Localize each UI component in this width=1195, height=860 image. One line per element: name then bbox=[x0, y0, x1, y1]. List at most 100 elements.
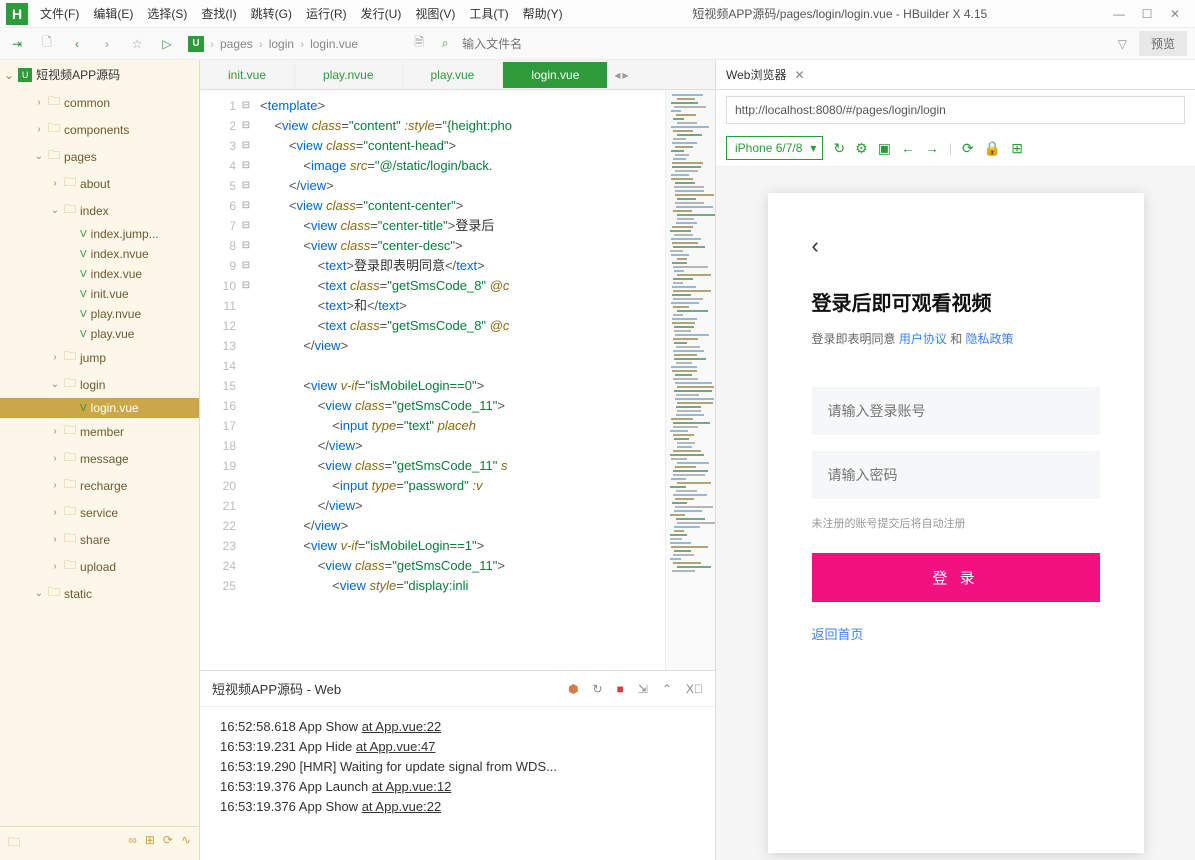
console-link[interactable]: at App.vue:47 bbox=[356, 739, 436, 754]
folder-icon: 🗀 bbox=[64, 502, 76, 523]
device-selector[interactable]: iPhone 6/7/8 bbox=[726, 136, 823, 160]
console-link[interactable]: at App.vue:22 bbox=[362, 719, 442, 734]
tree-folder[interactable]: ›🗀 share bbox=[0, 526, 199, 553]
back-icon[interactable]: ‹ bbox=[68, 35, 86, 53]
tree-folder[interactable]: ›🗀 upload bbox=[0, 553, 199, 580]
tree-file[interactable]: V login.vue bbox=[0, 398, 199, 418]
minimize-button[interactable]: — bbox=[1111, 6, 1127, 22]
footer-icon[interactable]: ⊞ bbox=[145, 833, 155, 854]
editor-tabs: init.vueplay.nvueplay.vuelogin.vue ◂▸ bbox=[200, 60, 715, 90]
breadcrumb-item[interactable]: login bbox=[269, 37, 294, 51]
folder-icon: 🗀 bbox=[64, 347, 76, 368]
file-search-input[interactable] bbox=[462, 37, 662, 51]
tree-file[interactable]: V index.nvue bbox=[0, 244, 199, 264]
breadcrumb-item[interactable]: login.vue bbox=[310, 37, 358, 51]
editor-tab[interactable]: play.nvue bbox=[295, 62, 402, 88]
export-icon[interactable]: ⇲ bbox=[638, 682, 648, 696]
close-button[interactable]: ✕ bbox=[1167, 6, 1183, 22]
explorer-icon[interactable]: 🗀 bbox=[8, 833, 20, 854]
editor-tab[interactable]: init.vue bbox=[200, 62, 295, 88]
filter-icon[interactable]: ▽ bbox=[1118, 37, 1127, 51]
reload-icon[interactable]: ⟳ bbox=[962, 140, 974, 157]
forward-icon[interactable]: › bbox=[98, 35, 116, 53]
tree-folder[interactable]: ›🗀 common bbox=[0, 89, 199, 116]
folder-icon: 🗀 bbox=[64, 200, 76, 221]
window-title: 短视频APP源码/pages/login/login.vue - HBuilde… bbox=[569, 5, 1111, 22]
footer-icon[interactable]: ∿ bbox=[181, 833, 191, 854]
search-icon[interactable]: ⌕ bbox=[436, 35, 454, 53]
console-link[interactable]: at App.vue:12 bbox=[372, 779, 452, 794]
menu-item[interactable]: 跳转(G) bbox=[245, 1, 298, 26]
menu-item[interactable]: 运行(R) bbox=[300, 1, 353, 26]
menu-item[interactable]: 编辑(E) bbox=[87, 1, 139, 26]
menu-item[interactable]: 选择(S) bbox=[141, 1, 193, 26]
tab-prev-icon[interactable]: ◂ bbox=[614, 68, 620, 82]
address-input[interactable] bbox=[726, 96, 1185, 124]
footer-icon[interactable]: ∞ bbox=[128, 833, 137, 854]
save-icon[interactable]: 🗋 bbox=[38, 35, 56, 53]
menu-item[interactable]: 发行(U) bbox=[355, 1, 408, 26]
tree-folder[interactable]: ›🗀 service bbox=[0, 499, 199, 526]
code-editor[interactable]: <template> <view class="content" :style=… bbox=[252, 90, 665, 670]
tree-folder[interactable]: ⌄🗀 static bbox=[0, 580, 199, 607]
nav-icon[interactable]: ⇥ bbox=[8, 35, 26, 53]
back-arrow-icon[interactable]: ‹ bbox=[812, 233, 1100, 259]
tree-file[interactable]: V play.nvue bbox=[0, 304, 199, 324]
tree-label: message bbox=[80, 452, 129, 466]
account-input[interactable] bbox=[812, 387, 1100, 435]
menu-item[interactable]: 查找(I) bbox=[195, 1, 242, 26]
tree-label: components bbox=[64, 123, 129, 137]
maximize-button[interactable]: ☐ bbox=[1139, 6, 1155, 22]
tree-folder[interactable]: ›🗀 message bbox=[0, 445, 199, 472]
menu-item[interactable]: 视图(V) bbox=[409, 1, 461, 26]
tree-folder[interactable]: ›🗀 jump bbox=[0, 344, 199, 371]
reload-icon[interactable]: ↻ bbox=[593, 682, 603, 696]
privacy-policy-link[interactable]: 隐私政策 bbox=[966, 332, 1014, 346]
tree-folder[interactable]: ⌄🗀 index bbox=[0, 197, 199, 224]
tree-label: index bbox=[80, 204, 109, 218]
gear-icon[interactable]: ⚙ bbox=[855, 140, 868, 157]
tab-next-icon[interactable]: ▸ bbox=[622, 68, 628, 82]
forward-nav-icon[interactable]: → bbox=[925, 140, 939, 156]
close-browser-icon[interactable]: ✕ bbox=[794, 68, 804, 82]
star-icon[interactable]: ☆ bbox=[128, 35, 146, 53]
run-icon[interactable]: ▷ bbox=[158, 35, 176, 53]
login-button[interactable]: 登 录 bbox=[812, 553, 1100, 602]
password-input[interactable] bbox=[812, 451, 1100, 499]
lock-icon[interactable]: 🔒 bbox=[984, 140, 1001, 157]
file-search-icon[interactable]: 🗎 bbox=[410, 35, 428, 53]
user-agreement-link[interactable]: 用户协议 bbox=[899, 332, 947, 346]
tree-folder[interactable]: ›🗀 components bbox=[0, 116, 199, 143]
console-link[interactable]: at App.vue:22 bbox=[362, 799, 442, 814]
minimap[interactable] bbox=[665, 90, 715, 670]
tree-folder[interactable]: ⌄🗀 login bbox=[0, 371, 199, 398]
screenshot-icon[interactable]: ▣ bbox=[878, 140, 891, 157]
menu-item[interactable]: 文件(F) bbox=[34, 1, 85, 26]
tree-label: play.vue bbox=[91, 327, 135, 341]
menu-item[interactable]: 帮助(Y) bbox=[517, 1, 569, 26]
tree-file[interactable]: V index.jump... bbox=[0, 224, 199, 244]
editor-tab[interactable]: play.vue bbox=[403, 62, 504, 88]
back-nav-icon[interactable]: ← bbox=[901, 140, 915, 156]
tree-folder[interactable]: ›🗀 member bbox=[0, 418, 199, 445]
editor-tab[interactable]: login.vue bbox=[503, 62, 608, 88]
close-console-icon[interactable]: X⃠ bbox=[686, 682, 703, 696]
refresh-icon[interactable]: ↻ bbox=[833, 140, 845, 157]
breadcrumb-item[interactable]: pages bbox=[220, 37, 253, 51]
project-root[interactable]: ⌄ U 短视频APP源码 bbox=[0, 60, 199, 89]
preview-button[interactable]: 预览 bbox=[1139, 31, 1187, 56]
tree-folder[interactable]: ⌄🗀 pages bbox=[0, 143, 199, 170]
bug-icon[interactable]: ⬢ bbox=[568, 682, 578, 696]
back-home-link[interactable]: 返回首页 bbox=[812, 624, 1100, 643]
grid-icon[interactable]: ⊞ bbox=[1011, 140, 1023, 157]
menu-item[interactable]: 工具(T) bbox=[463, 1, 514, 26]
stop-icon[interactable]: ■ bbox=[617, 682, 624, 696]
collapse-icon[interactable]: ⌃ bbox=[662, 682, 672, 696]
tree-file[interactable]: V index.vue bbox=[0, 264, 199, 284]
tree-file[interactable]: V play.vue bbox=[0, 324, 199, 344]
tree-file[interactable]: V init.vue bbox=[0, 284, 199, 304]
footer-icon[interactable]: ⟳ bbox=[163, 833, 173, 854]
tree-folder[interactable]: ›🗀 recharge bbox=[0, 472, 199, 499]
tree-folder[interactable]: ›🗀 about bbox=[0, 170, 199, 197]
tree-label: play.nvue bbox=[91, 307, 141, 321]
